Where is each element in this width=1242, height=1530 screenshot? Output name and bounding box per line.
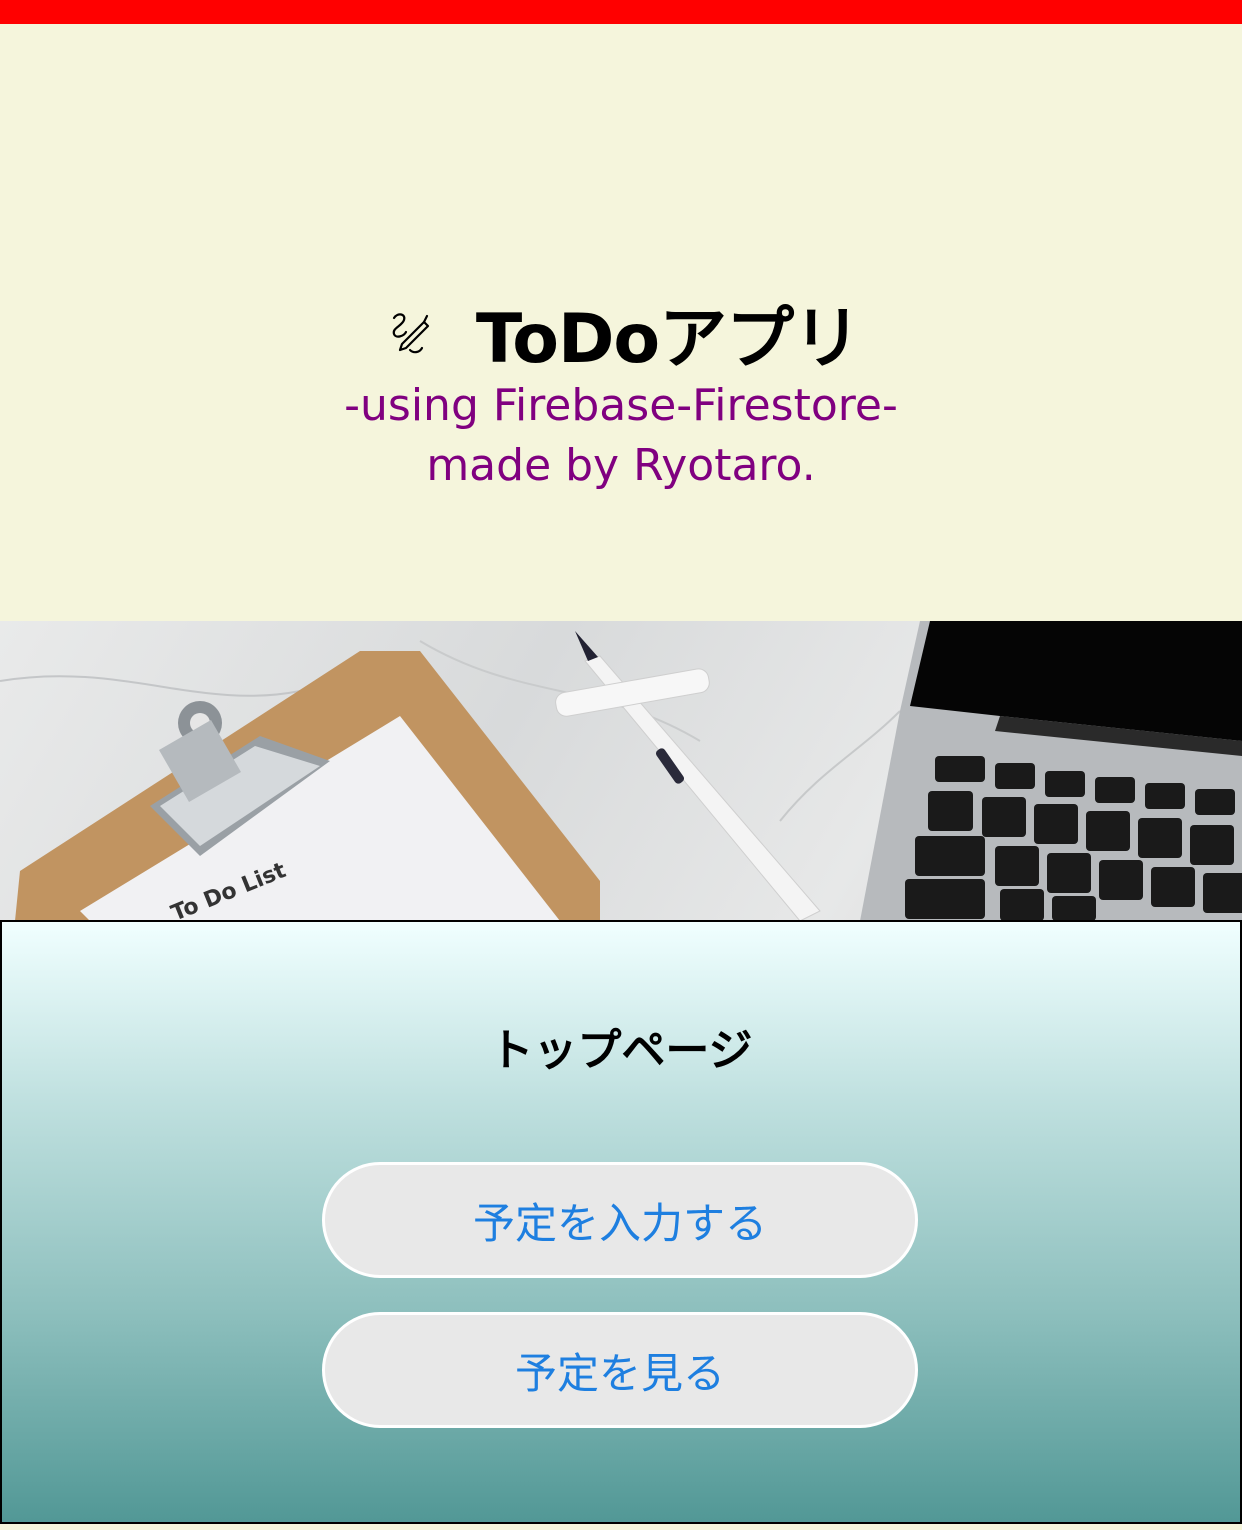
panel-title: トップページ <box>489 1025 753 1076</box>
title-row: ToDoアプリ <box>0 292 1242 379</box>
subtitle-author: made by Ryotaro. <box>426 440 816 491</box>
view-schedule-button[interactable]: 予定を見る <box>322 1312 918 1428</box>
subtitle-firebase: -using Firebase-Firestore- <box>344 380 898 431</box>
hero-photo: To Do List <box>0 621 1242 921</box>
app-title: ToDoアプリ <box>475 299 861 379</box>
input-schedule-button[interactable]: 予定を入力する <box>322 1162 918 1278</box>
edit-pencil-icon <box>382 304 438 360</box>
top-page-panel: トップページ 予定を入力する 予定を見る <box>0 920 1242 1524</box>
top-bar <box>0 0 1242 24</box>
app-header: ToDoアプリ -using Firebase-Firestore- made … <box>0 24 1242 621</box>
